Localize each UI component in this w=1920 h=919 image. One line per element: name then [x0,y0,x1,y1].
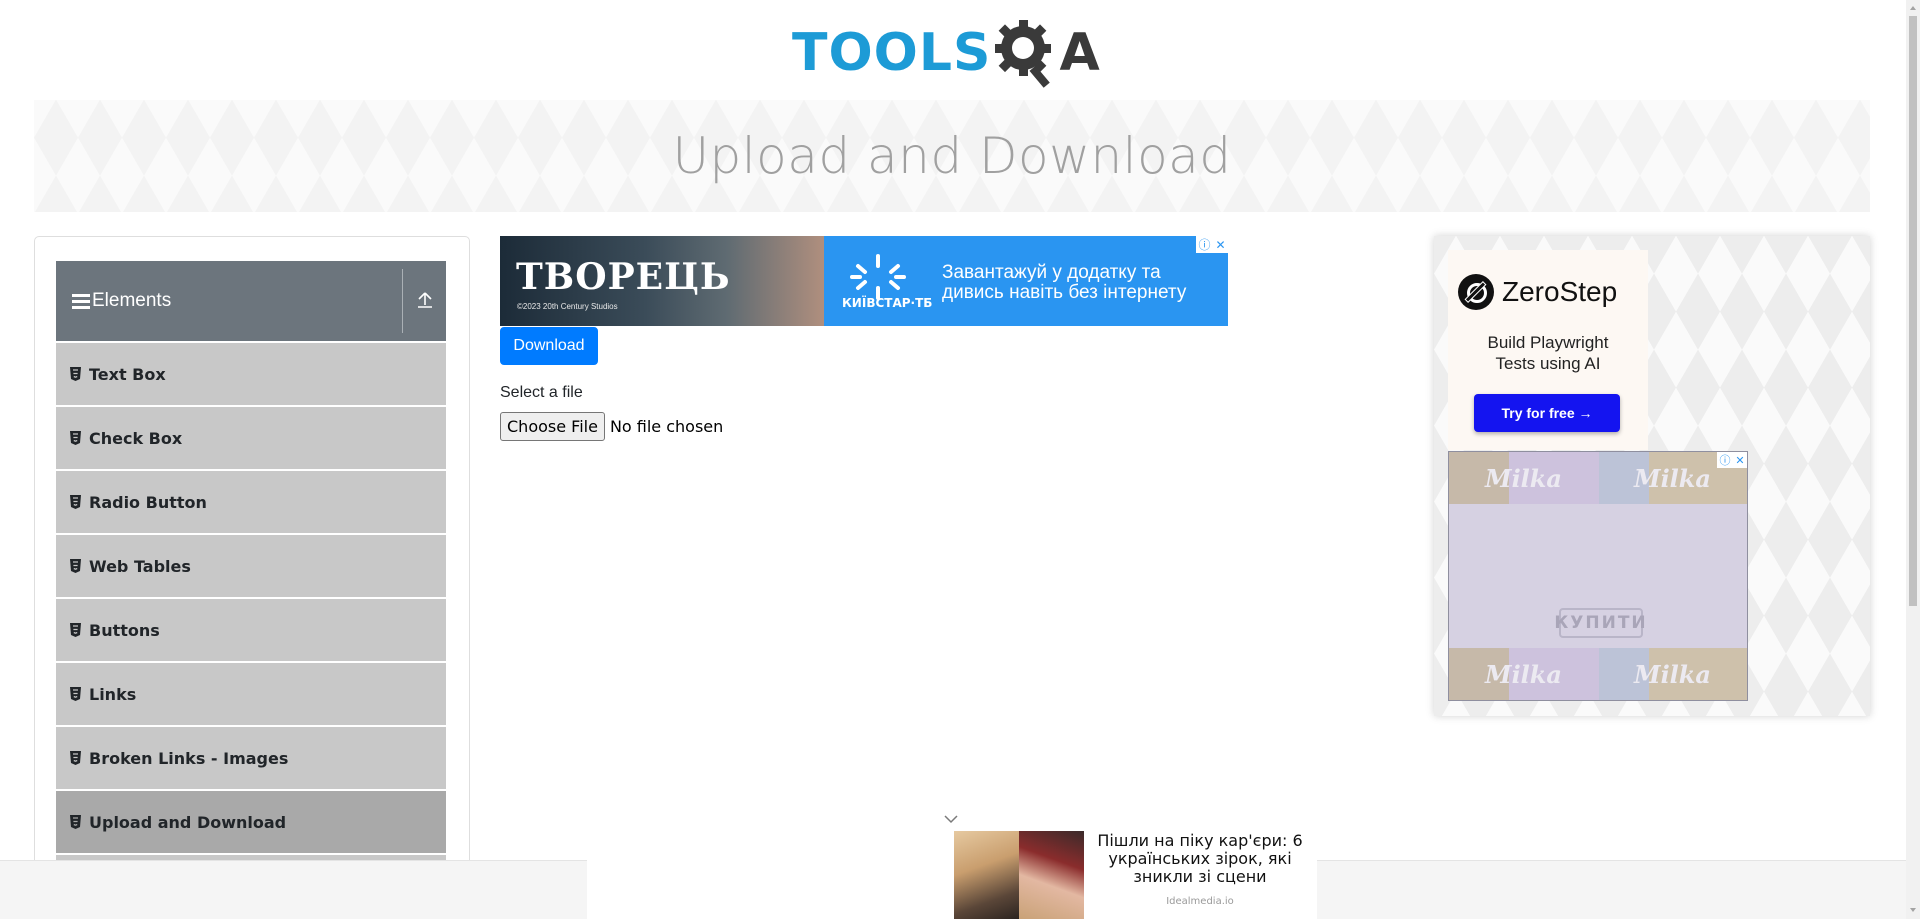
scroll-up-arrow-icon[interactable] [1909,4,1917,12]
group-title: Elements [92,290,172,311]
milka-brand: Milka [1485,659,1562,689]
ad-title: ТВОРЕЦЬ [516,256,731,298]
scroll-down-arrow-icon[interactable] [1909,906,1917,914]
file-status: No file chosen [609,417,724,436]
menu-item-label: Radio Button [89,492,207,512]
menu-item-label: Broken Links - Images [89,748,289,768]
gear-magnifier-icon [995,20,1052,88]
ad-brand-panel: КИЇВСТАР·ТБ Завантажуй у додатку та диви… [824,236,1228,326]
menu-item-check-box[interactable]: Check Box [56,407,446,469]
ad-movie-panel: ТВОРЕЦЬ ©2023 20th Century Studios [500,236,824,326]
buy-button[interactable]: КУПИТИ [1554,608,1646,638]
ad-close-icon[interactable]: ✕ [1215,238,1225,252]
upload-file-input[interactable]: Choose File No file chosen [500,412,723,441]
zerostep-logo-icon [1458,274,1494,310]
native-ad-source: Idealmedia.io [1166,896,1234,907]
html5-icon [70,431,81,445]
menu-item-label: Links [89,684,137,704]
ad-info-icon[interactable]: ⓘ [1719,452,1730,468]
ad-thumbnail [954,831,1084,919]
elements-group-header[interactable]: Elements [56,261,446,341]
native-ad-headline[interactable]: Пішли на піку кар'єри: 6 українських зір… [1090,832,1310,886]
menu-item-buttons[interactable]: Buttons [56,599,446,661]
milka-product-strip: Milka Milka [1449,452,1747,504]
right-advertisement: ZeroStep Build Playwright Tests using AI… [1434,236,1870,716]
html5-icon [70,687,81,701]
menu-icon [72,293,90,309]
html5-icon [70,623,81,637]
collapse-upload-icon[interactable] [414,289,436,311]
milka-brand: Milka [1634,659,1711,689]
html5-icon [70,367,81,381]
chevron-down-icon[interactable] [944,814,958,824]
menu-item-label: Web Tables [89,556,191,576]
left-panel: Elements Text Box Check Box Radio Button… [34,236,470,919]
tagline-line2: Tests using AI [1495,354,1601,373]
download-button[interactable]: Download [500,327,598,365]
scrollbar-thumb[interactable] [1909,16,1917,606]
tagline-line1: Build Playwright [1487,333,1609,352]
zerostep-tagline: Build Playwright Tests using AI [1448,332,1648,374]
menu-item-label: Upload and Download [89,812,287,832]
menu-item-label: Text Box [89,364,166,384]
ad-copy: Завантажуй у додатку та дивись навіть бе… [942,263,1186,303]
milka-ad[interactable]: Milka Milka КУПИТИ Milka Milka ⓘ ✕ [1448,451,1748,701]
menu-item-radio-button[interactable]: Radio Button [56,471,446,533]
html5-icon [70,495,81,509]
milka-brand: Milka [1634,463,1711,493]
page-title: Upload and Download [672,127,1232,185]
page-banner: Upload and Download [34,100,1870,212]
header-divider [402,269,403,333]
menu-item-upload-and-download[interactable]: Upload and Download [56,791,446,853]
elements-menu: Text Box Check Box Radio Button Web Tabl… [56,343,446,865]
try-for-free-button[interactable]: Try for free → [1474,394,1620,432]
html5-icon [70,751,81,765]
html5-icon [70,815,81,829]
ad-choices[interactable]: ⓘ ✕ [1717,452,1747,468]
logo-tools-text: TOOLS [792,23,992,83]
ad-copyright: ©2023 20th Century Studios [517,302,618,311]
ad-choices[interactable]: ⓘ ✕ [1196,236,1228,253]
ad-copy-line1: Завантажуй у додатку та [942,262,1161,283]
zerostep-logo: ZeroStep [1458,274,1617,310]
menu-item-label: Buttons [89,620,160,640]
ad-close-icon[interactable]: ✕ [1735,454,1744,467]
ad-copy-line2: дивись навіть без інтернету [942,282,1187,303]
select-file-label: Select a file [500,384,583,401]
menu-item-label: Check Box [89,428,183,448]
zerostep-ad[interactable]: ZeroStep Build Playwright Tests using AI… [1448,250,1648,450]
menu-item-web-tables[interactable]: Web Tables [56,535,446,597]
milka-brand: Milka [1485,463,1562,493]
menu-item-broken-links[interactable]: Broken Links - Images [56,727,446,789]
top-advertisement[interactable]: ТВОРЕЦЬ ©2023 20th Century Studios КИЇВС… [500,236,1228,326]
native-advertisement[interactable]: Пішли на піку кар'єри: 6 українських зір… [587,826,1317,919]
page: TOOLS A Upload and Download Elements Tex… [0,0,1920,919]
html5-icon [70,559,81,573]
toolsqa-logo[interactable]: TOOLS A [792,16,1116,90]
zerostep-name: ZeroStep [1502,276,1618,307]
choose-file-button[interactable]: Choose File [500,412,605,441]
ad-brand-name: КИЇВСТАР·ТБ [842,296,933,310]
menu-item-text-box[interactable]: Text Box [56,343,446,405]
menu-item-links[interactable]: Links [56,663,446,725]
ad-info-icon[interactable]: ⓘ [1198,236,1210,253]
logo-qa-text: A [1059,23,1100,83]
milka-product-strip: Milka Milka [1449,648,1747,700]
